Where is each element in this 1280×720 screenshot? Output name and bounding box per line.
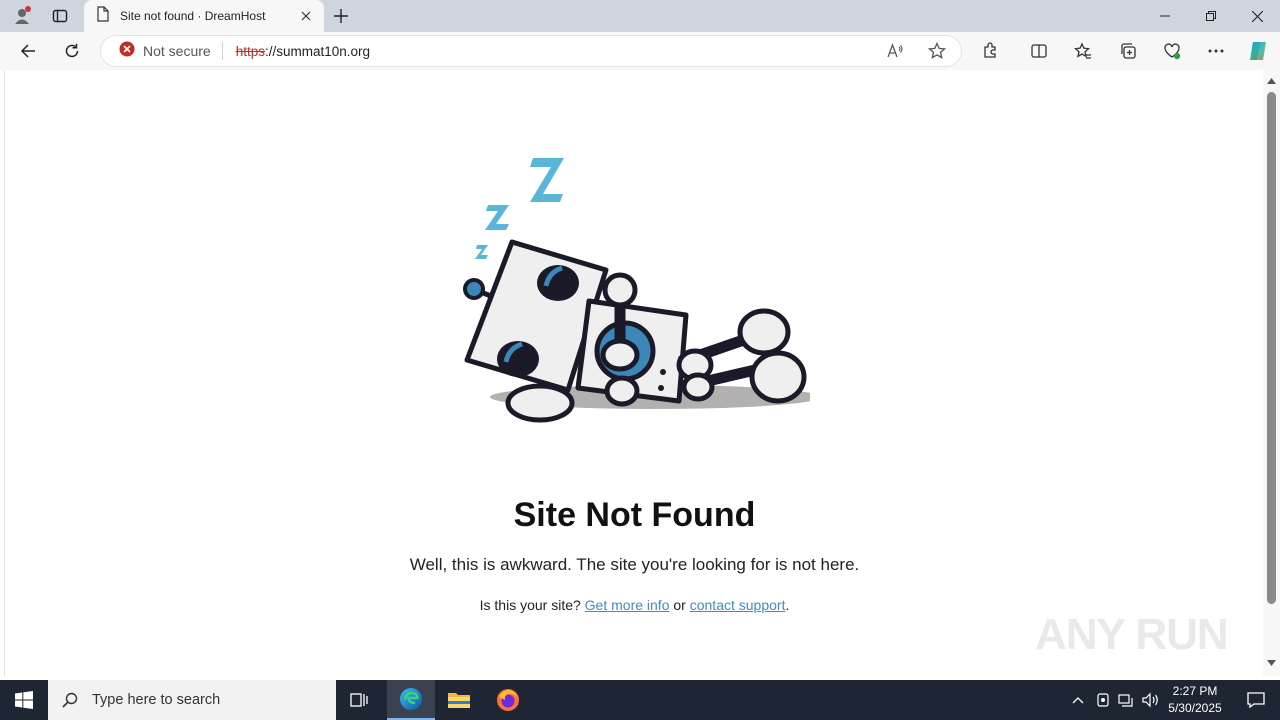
system-clock[interactable]: 2:27 PM 5/30/2025 bbox=[1164, 683, 1226, 717]
taskbar-edge-icon[interactable] bbox=[387, 680, 435, 720]
url-scheme: https bbox=[235, 43, 265, 59]
back-icon[interactable] bbox=[12, 35, 44, 67]
network-icon[interactable] bbox=[1115, 680, 1137, 720]
anyrun-watermark: ANY RUN bbox=[1035, 610, 1229, 659]
clock-date: 5/30/2025 bbox=[1168, 701, 1222, 715]
restore-icon[interactable] bbox=[1188, 0, 1234, 32]
taskbar-search-box[interactable]: Type here to search bbox=[48, 680, 336, 720]
page-content: Site Not Found Well, this is awkward. Th… bbox=[4, 70, 1263, 676]
close-window-icon[interactable] bbox=[1234, 0, 1280, 32]
task-view-icon[interactable] bbox=[336, 680, 384, 720]
browser-toolbar: Not secure https://summat10n.org bbox=[0, 32, 1280, 70]
search-icon bbox=[62, 692, 78, 708]
scroll-down-icon[interactable] bbox=[1267, 660, 1276, 666]
snooze-z-small bbox=[475, 245, 488, 259]
favorite-star-icon[interactable] bbox=[927, 41, 947, 65]
url-text[interactable]: https://summat10n.org bbox=[236, 44, 370, 59]
not-secure-icon bbox=[119, 41, 135, 62]
get-more-info-link[interactable]: Get more info bbox=[585, 597, 670, 613]
read-aloud-icon[interactable] bbox=[886, 42, 904, 65]
taskbar: Type here to search 2:27 PM 5/30/2025 bbox=[0, 680, 1280, 720]
help-prompt: Is this your site? bbox=[479, 597, 581, 613]
address-bar[interactable]: Not secure https://summat10n.org bbox=[100, 35, 962, 67]
page-heading: Site Not Found bbox=[513, 496, 756, 534]
security-label: Not secure bbox=[143, 43, 211, 59]
taskbar-firefox-icon[interactable] bbox=[484, 680, 532, 720]
tab-title: Site not found · DreamHost bbox=[120, 9, 266, 23]
title-bar: Site not found · DreamHost bbox=[0, 0, 1280, 32]
period-text: . bbox=[785, 597, 790, 613]
favorites-icon[interactable] bbox=[1067, 35, 1099, 67]
notifications-icon[interactable] bbox=[1232, 680, 1280, 720]
tray-app-icon[interactable] bbox=[1092, 680, 1114, 720]
close-tab-icon[interactable] bbox=[294, 4, 318, 28]
show-hidden-icons-chevron-icon[interactable] bbox=[1066, 680, 1090, 720]
performance-icon[interactable] bbox=[1156, 35, 1188, 67]
security-indicator[interactable]: Not secure bbox=[119, 41, 223, 62]
url-rest: ://summat10n.org bbox=[264, 43, 371, 59]
profile-icon[interactable] bbox=[6, 0, 38, 32]
refresh-icon[interactable] bbox=[56, 35, 88, 67]
or-text: or bbox=[673, 597, 686, 613]
sleeping-robot-illustration bbox=[463, 158, 810, 423]
start-windows-icon[interactable] bbox=[0, 680, 48, 720]
snooze-z-large bbox=[530, 158, 564, 202]
taskbar-file-explorer-icon[interactable] bbox=[435, 680, 483, 720]
tab-active[interactable]: Site not found · DreamHost bbox=[84, 0, 324, 32]
minimize-icon[interactable] bbox=[1142, 0, 1188, 32]
scroll-thumb[interactable] bbox=[1267, 92, 1276, 604]
tab-actions-icon[interactable] bbox=[44, 0, 76, 32]
error-message: Well, this is awkward. The site you're l… bbox=[409, 555, 860, 574]
clock-time: 2:27 PM bbox=[1172, 684, 1218, 698]
search-placeholder: Type here to search bbox=[92, 692, 221, 708]
more-options-icon[interactable] bbox=[1200, 35, 1232, 67]
contact-support-link[interactable]: contact support bbox=[690, 597, 786, 613]
vertical-scrollbar[interactable] bbox=[1263, 70, 1280, 676]
split-screen-icon[interactable] bbox=[1023, 35, 1055, 67]
extensions-icon[interactable] bbox=[975, 35, 1007, 67]
scroll-up-icon[interactable] bbox=[1267, 78, 1276, 84]
copilot-icon[interactable] bbox=[1242, 35, 1274, 67]
snooze-z-medium bbox=[485, 205, 509, 230]
collections-icon[interactable] bbox=[1112, 35, 1144, 67]
volume-icon[interactable] bbox=[1139, 680, 1163, 720]
page-icon bbox=[96, 5, 110, 27]
new-tab-icon[interactable] bbox=[328, 0, 354, 32]
